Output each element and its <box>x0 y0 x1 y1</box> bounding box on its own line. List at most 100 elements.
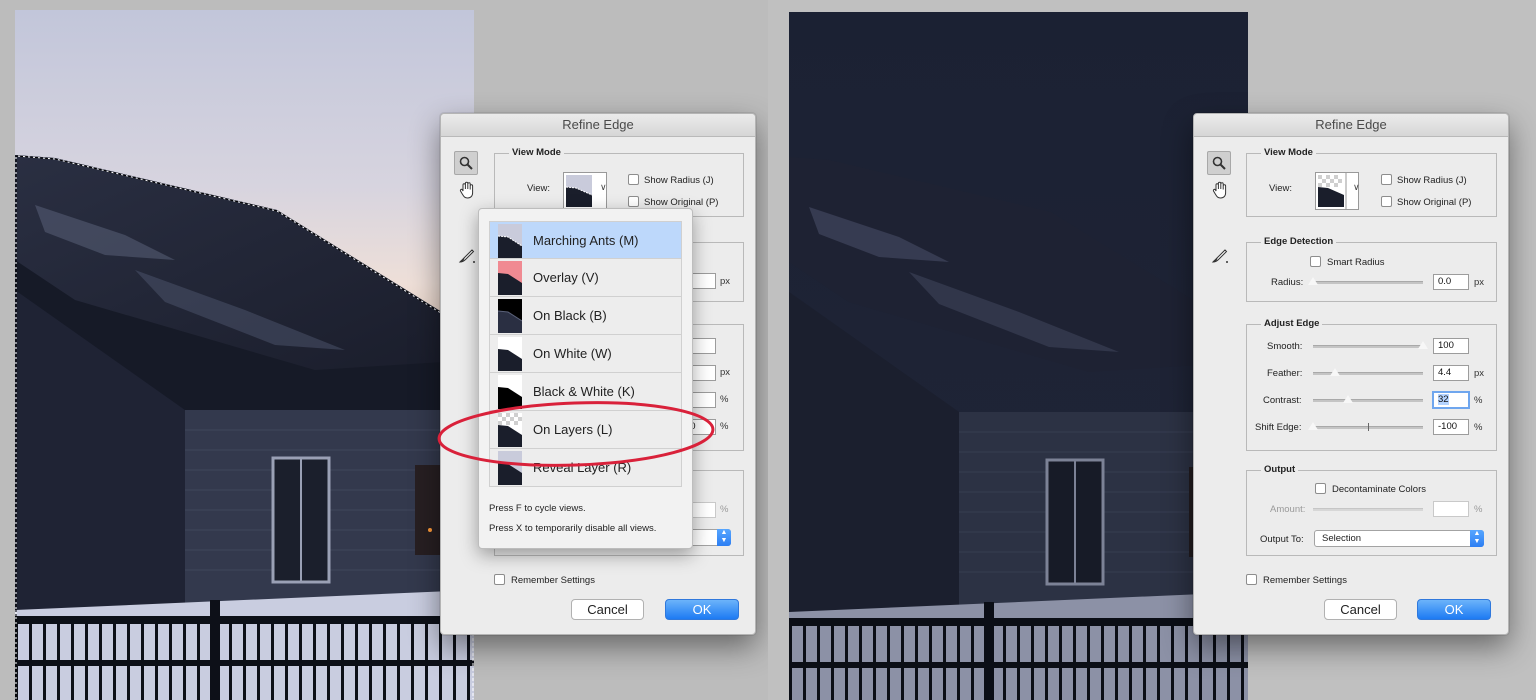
show-radius-checkbox[interactable] <box>1381 174 1392 185</box>
chevron-down-icon: ∨ <box>600 182 607 192</box>
output-to-label: Output To: <box>1260 534 1304 545</box>
ok-button[interactable]: OK <box>665 599 739 620</box>
menu-item-label: On Layers (L) <box>533 422 613 437</box>
smooth-slider-thumb[interactable] <box>1418 341 1428 349</box>
magnifier-icon <box>1212 156 1226 170</box>
feather-unit: px <box>1474 368 1485 379</box>
menu-item-on-layers[interactable]: On Layers (L) <box>489 411 682 449</box>
overlay-thumb-icon <box>498 261 522 295</box>
smart-radius-label: Smart Radius <box>1327 257 1385 268</box>
show-original-checkbox[interactable] <box>1381 196 1392 207</box>
menu-item-black-white[interactable]: Black & White (K) <box>489 373 682 411</box>
menu-hint-disable: Press X to temporarily disable all views… <box>489 523 657 534</box>
view-mode-group: View Mode View: ∨ Show Radius (J) Show O… <box>1246 147 1497 217</box>
shift-edge-center-tick <box>1368 423 1369 431</box>
menu-item-reveal-layer[interactable]: Reveal Layer (R) <box>489 449 682 487</box>
left-screenshot-pane: Refine Edge View Mode View: ∨ Show Radiu… <box>0 0 768 700</box>
zoom-tool-button[interactable] <box>454 151 478 175</box>
output-to-select[interactable]: Selection ▲ ▼ <box>1314 530 1484 547</box>
house-photo-canvas-on-layers[interactable] <box>789 12 1248 700</box>
house-photo-canvas-marching-ants[interactable] <box>15 10 474 700</box>
contrast-unit: % <box>720 394 729 405</box>
marching-ants-thumb-icon <box>498 224 522 258</box>
shift-edge-slider[interactable] <box>1308 422 1423 431</box>
show-original-label: Show Original (P) <box>644 197 719 208</box>
remember-settings-label: Remember Settings <box>511 575 595 586</box>
on-layers-thumb-icon <box>1316 173 1358 209</box>
on-white-thumb-icon <box>498 337 522 371</box>
brush-icon <box>458 249 475 263</box>
hand-tool-button[interactable] <box>1208 178 1232 202</box>
menu-item-label: Overlay (V) <box>533 270 599 285</box>
smart-radius-checkbox[interactable] <box>1310 256 1321 267</box>
feather-field[interactable]: 4.4 <box>1433 365 1469 381</box>
view-label: View: <box>527 183 551 194</box>
edge-detection-title: Edge Detection <box>1261 236 1337 247</box>
menu-item-label: Reveal Layer (R) <box>533 460 632 475</box>
menu-item-label: On Black (B) <box>533 308 607 323</box>
remember-settings-checkbox[interactable] <box>1246 574 1257 585</box>
decontaminate-colors-checkbox[interactable] <box>1315 483 1326 494</box>
edge-detection-group: Edge Detection Smart Radius Radius: 0.0 … <box>1246 236 1497 302</box>
output-title: Output <box>1261 464 1299 475</box>
view-label: View: <box>1269 183 1293 194</box>
up-down-arrows-icon: ▲ ▼ <box>717 529 731 546</box>
feather-slider[interactable] <box>1313 368 1423 376</box>
magnifier-icon <box>459 156 473 170</box>
dialog-title: Refine Edge <box>1194 114 1508 137</box>
shift-edge-field[interactable]: -100 <box>1433 419 1469 435</box>
cancel-button[interactable]: Cancel <box>1324 599 1397 620</box>
smooth-slider[interactable] <box>1313 341 1428 349</box>
feather-slider-thumb[interactable] <box>1330 368 1340 376</box>
smooth-label: Smooth: <box>1267 341 1303 352</box>
refine-radius-tool-button[interactable] <box>455 244 479 268</box>
amount-unit: % <box>1474 504 1483 515</box>
menu-item-overlay[interactable]: Overlay (V) <box>489 259 682 297</box>
contrast-unit: % <box>1474 395 1483 406</box>
feather-value: 4.4 <box>1438 367 1452 378</box>
output-group: Output Decontaminate Colors Amount: % Ou… <box>1246 464 1497 556</box>
radius-field[interactable]: 0.0 <box>1433 274 1469 290</box>
reveal-layer-thumb-icon <box>498 451 522 485</box>
radius-slider[interactable] <box>1308 277 1423 285</box>
cancel-button[interactable]: Cancel <box>571 599 644 620</box>
contrast-field[interactable]: 32 <box>1432 391 1470 409</box>
menu-item-on-black[interactable]: On Black (B) <box>489 297 682 335</box>
show-radius-label: Show Radius (J) <box>1397 175 1467 186</box>
remember-settings-label: Remember Settings <box>1263 575 1347 586</box>
adjust-edge-title: Adjust Edge <box>1261 318 1323 329</box>
show-original-checkbox[interactable] <box>628 196 639 207</box>
menu-item-marching-ants[interactable]: Marching Ants (M) <box>489 221 682 259</box>
chevron-down-icon: ∨ <box>1353 182 1360 192</box>
amount-field[interactable] <box>1433 501 1469 517</box>
on-layers-thumb-icon <box>498 413 522 447</box>
smooth-field[interactable]: 100 <box>1433 338 1469 354</box>
remember-settings-checkbox[interactable] <box>494 574 505 585</box>
contrast-label: Contrast: <box>1263 395 1302 406</box>
menu-hint-cycle: Press F to cycle views. <box>489 503 586 514</box>
refine-radius-tool-button[interactable] <box>1208 244 1232 268</box>
hand-tool-button[interactable] <box>455 178 479 202</box>
feather-label: Feather: <box>1267 368 1303 379</box>
shift-edge-slider-thumb[interactable] <box>1308 422 1318 430</box>
view-mode-title: View Mode <box>1261 147 1316 158</box>
menu-item-label: Black & White (K) <box>533 384 635 399</box>
refine-edge-dialog-right: Refine Edge View Mode View: ∨ Show Radiu… <box>1193 113 1509 635</box>
contrast-slider[interactable] <box>1313 395 1423 403</box>
radius-slider-thumb[interactable] <box>1308 277 1318 285</box>
black-white-thumb-icon <box>498 375 522 409</box>
radius-unit: px <box>1474 277 1485 288</box>
shift-edge-value: -100 <box>1438 421 1458 432</box>
dialog-title: Refine Edge <box>441 114 755 137</box>
contrast-slider-thumb[interactable] <box>1343 395 1354 403</box>
ok-button[interactable]: OK <box>1417 599 1491 620</box>
show-radius-label: Show Radius (J) <box>644 175 714 186</box>
menu-item-label: Marching Ants (M) <box>533 233 639 248</box>
amount-slider[interactable] <box>1313 508 1423 511</box>
zoom-tool-button[interactable] <box>1207 151 1231 175</box>
show-radius-checkbox[interactable] <box>628 174 639 185</box>
menu-item-on-white[interactable]: On White (W) <box>489 335 682 373</box>
radius-unit: px <box>720 276 731 287</box>
output-to-value: Selection <box>1322 533 1362 544</box>
view-mode-list: Marching Ants (M) Overlay (V) On Black (… <box>489 221 682 487</box>
